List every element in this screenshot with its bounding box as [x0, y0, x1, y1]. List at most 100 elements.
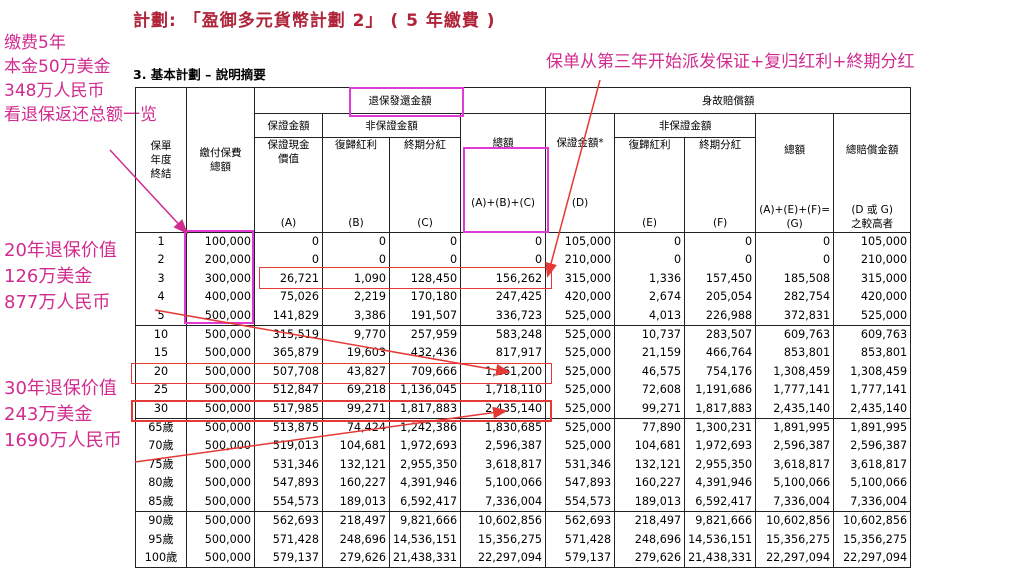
value-cell: 141,829	[254, 306, 323, 326]
value-cell: 19,603	[322, 344, 390, 363]
value-cell: 2,955,350	[388, 455, 462, 475]
value-cell: 0	[254, 232, 323, 252]
value-cell: 609,763	[755, 325, 835, 345]
annotation-top-right: 保单从第三年开始派发保证+复归红利+終期分红	[546, 52, 915, 72]
value-cell: 1,972,693	[388, 437, 462, 456]
table-row: 25 500,000 512,847 69,218 1,136,045 1,718,110…	[135, 381, 912, 400]
value-cell: 0	[322, 232, 390, 252]
annotation-left-bottom: 30年退保价值 243万美金 1690万人民币	[4, 376, 122, 454]
header-reversionary-bonus: 復歸紅利 (B)	[322, 137, 390, 233]
value-cell: 2,955,350	[684, 455, 757, 475]
value-cell: 365,879	[254, 344, 323, 363]
value-cell: 5,100,066	[755, 474, 835, 493]
value-cell: 500,000	[186, 548, 255, 569]
value-cell: 210,000	[833, 251, 912, 270]
annotation-line: 30年退保价值	[4, 378, 117, 399]
value-cell: 853,801	[755, 344, 835, 363]
value-cell: 14,536,151	[388, 530, 462, 549]
value-cell: 372,831	[755, 306, 835, 326]
value-cell: 2,596,387	[755, 437, 835, 456]
table-row: 70歲 500,000 519,013 104,681 1,972,693 2,596,3…	[135, 437, 912, 456]
value-cell: 248,696	[322, 530, 390, 549]
value-cell: 0	[684, 251, 757, 270]
policy-year-cell: 75歲	[135, 455, 187, 475]
value-cell: 1,336	[614, 269, 686, 289]
value-cell: 191,507	[388, 306, 462, 326]
header-death-total-label: 總額	[784, 144, 806, 156]
value-cell: 2,596,387	[460, 437, 547, 456]
header-total-death-benefit: 總賠償金額 (D 或 G) 之較高者	[833, 113, 912, 233]
header-col-f: (F)	[712, 217, 728, 229]
value-cell: 500,000	[186, 325, 255, 345]
header-death-non-guaranteed: 非保證金額	[614, 113, 757, 138]
header-death-rev-bonus: 復歸紅利 (E)	[614, 137, 686, 233]
value-cell: 247,425	[460, 288, 547, 307]
table-row: 15 500,000 365,879 19,603 432,436 817,917 525,…	[135, 344, 912, 363]
value-cell: 105,000	[833, 232, 912, 252]
value-cell: 2,596,387	[833, 437, 912, 456]
header-non-guaranteed: 非保證金額	[321, 113, 462, 138]
value-cell: 554,573	[254, 492, 323, 512]
value-cell: 525,000	[545, 418, 616, 438]
value-cell: 583,248	[460, 325, 547, 345]
value-cell: 157,450	[684, 269, 757, 289]
value-cell: 512,847	[254, 381, 323, 400]
header-col-dg: (D 或 G) 之較高者	[851, 204, 894, 230]
value-cell: 46,575	[614, 362, 686, 382]
policy-year-cell: 80歲	[135, 474, 187, 493]
header-terminal-bonus: 終期分紅 (C)	[388, 137, 462, 233]
value-cell: 500,000	[186, 511, 255, 531]
value-cell: 0	[460, 232, 547, 252]
value-cell: 525,000	[545, 437, 616, 456]
value-cell: 3,618,817	[460, 455, 547, 475]
value-cell: 104,681	[322, 437, 390, 456]
value-cell: 500,000	[186, 474, 255, 493]
policy-year-cell: 10	[135, 325, 187, 345]
value-cell: 6,592,417	[684, 492, 757, 512]
value-cell: 205,054	[684, 288, 757, 307]
value-cell: 420,000	[833, 288, 912, 307]
value-cell: 15,356,275	[460, 530, 547, 549]
value-cell: 283,507	[684, 325, 757, 345]
value-cell: 160,227	[614, 474, 686, 493]
table-row: 75歲 500,000 531,346 132,121 2,955,350 3,618,8…	[135, 455, 912, 475]
value-cell: 500,000	[186, 530, 255, 549]
value-cell: 14,536,151	[684, 530, 757, 549]
table-row: 10 500,000 315,519 9,770 257,959 583,248 525,0…	[135, 325, 912, 345]
page-title: 計劃: 「盈御多元貨幣計劃 2」 ( 5 年繳費 )	[133, 11, 496, 31]
value-cell: 22,297,094	[833, 548, 912, 569]
annotation-left-mid: 20年退保价值 126万美金 877万人民币	[4, 238, 117, 316]
value-cell: 525,000	[545, 306, 616, 326]
value-cell: 75,026	[254, 288, 323, 307]
value-cell: 562,693	[545, 511, 616, 531]
highlight-year30-row	[131, 400, 552, 422]
annotation-line: 877万人民币	[4, 292, 111, 313]
value-cell: 500,000	[186, 455, 255, 475]
value-cell: 160,227	[322, 474, 390, 493]
policy-year-cell: 25	[135, 381, 187, 400]
value-cell: 500,000	[186, 381, 255, 400]
annotation-line: 1690万人民币	[4, 430, 122, 451]
value-cell: 72,608	[614, 381, 686, 400]
value-cell: 4,391,946	[388, 474, 462, 493]
value-cell: 9,821,666	[684, 511, 757, 531]
value-cell: 754,176	[684, 362, 757, 382]
value-cell: 500,000	[186, 492, 255, 512]
value-cell: 105,000	[545, 232, 616, 252]
value-cell: 282,754	[755, 288, 835, 307]
value-cell: 279,626	[322, 548, 390, 569]
value-cell: 218,497	[614, 511, 686, 531]
value-cell: 77,890	[614, 418, 686, 438]
policy-year-cell: 15	[135, 344, 187, 363]
value-cell: 15,356,275	[833, 530, 912, 549]
value-cell: 562,693	[254, 511, 323, 531]
value-cell: 525,000	[545, 381, 616, 400]
value-cell: 21,438,331	[684, 548, 757, 569]
header-death-group: 身故賠償額	[545, 87, 912, 114]
value-cell: 500,000	[186, 437, 255, 456]
header-drb-label: 復歸紅利	[628, 139, 671, 151]
value-cell: 1,300,231	[684, 418, 757, 438]
value-cell: 104,681	[614, 437, 686, 456]
value-cell: 5,100,066	[460, 474, 547, 493]
highlight-year3-row	[259, 267, 552, 289]
